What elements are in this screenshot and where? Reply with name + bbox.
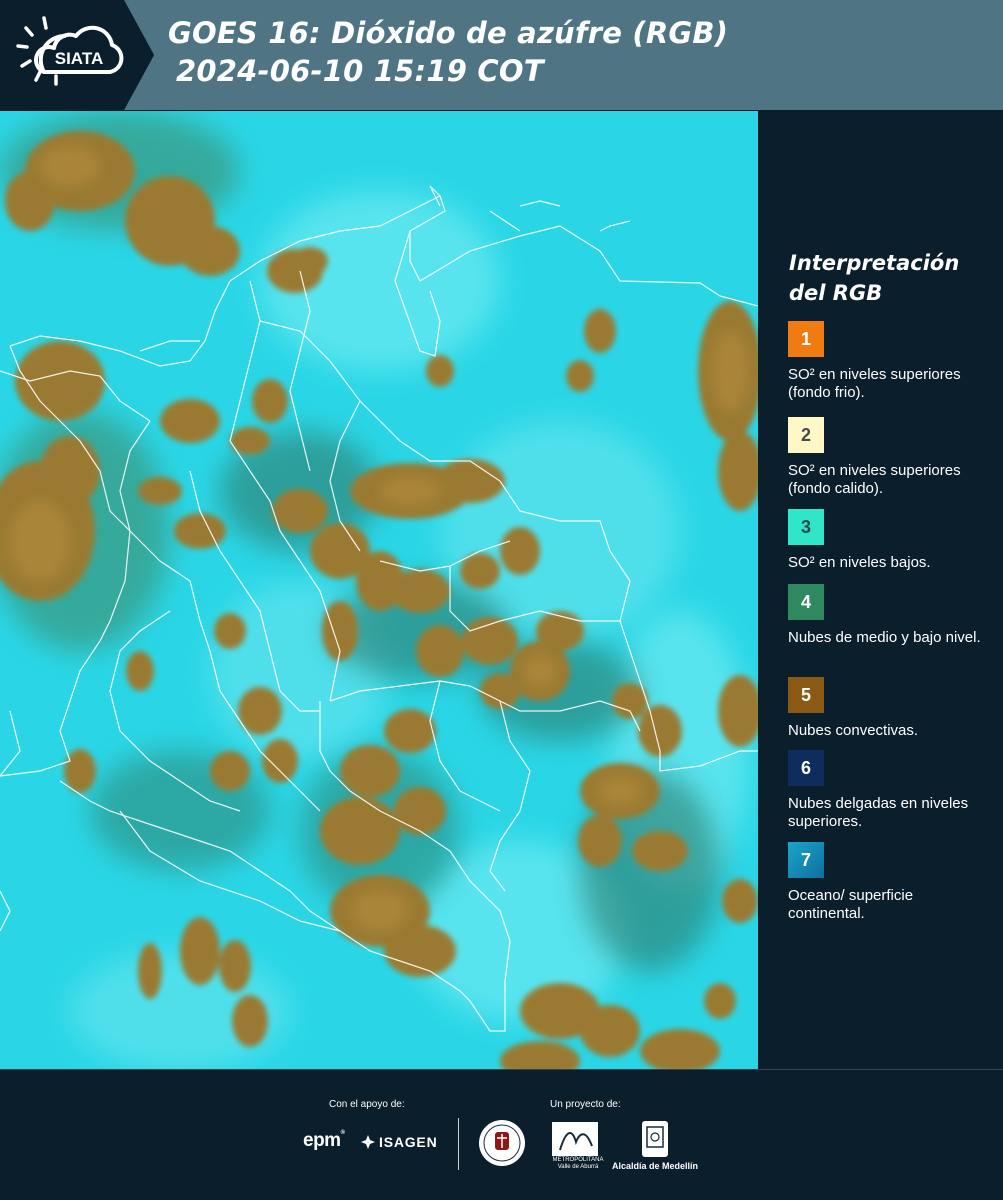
legend-item-5: 5 Nubes convectivas. (788, 677, 988, 740)
header: SIATA GOES 16: Dióxido de azúfre (RGB) 2… (0, 0, 1003, 110)
page: SIATA GOES 16: Dióxido de azúfre (RGB) 2… (0, 0, 1003, 1200)
legend-swatch-3: 3 (788, 509, 824, 545)
siata-logo: SIATA (14, 14, 132, 94)
footer: Con el apoyo de: Un proyecto de: epm® IS… (0, 1069, 1003, 1200)
legend-number-2: 2 (800, 424, 811, 445)
support-label: Con el apoyo de: (329, 1099, 405, 1110)
legend-label-1: SO² en niveles superiores (fondo frio). (788, 366, 961, 401)
epm-logo-text: epm (303, 1130, 341, 1151)
area-metropolitana-text: METROPOLITANA Valle de Aburrá (548, 1157, 608, 1171)
legend-number-5: 5 (800, 684, 811, 705)
legend-swatch-4: 4 (788, 584, 824, 620)
area-text-line-1: METROPOLITANA (552, 1157, 604, 1163)
legend-item-7: 7 Oceano/ superficie continental. (788, 842, 988, 923)
project-label: Un proyecto de: (550, 1099, 621, 1110)
legend-title: Interpretación del RGB (789, 251, 960, 305)
legend-swatch-2: 2 (788, 417, 824, 453)
legend-label-3: SO² en niveles bajos. (788, 554, 931, 571)
legend-number-1: 1 (800, 328, 811, 349)
legend-swatch-5: 5 (788, 677, 824, 713)
isagen-icon (361, 1135, 375, 1149)
legend-number-6: 6 (800, 757, 811, 778)
isagen-logo: ISAGEN (360, 1134, 437, 1150)
legend-item-4: 4 Nubes de medio y bajo nivel. (788, 584, 988, 647)
legend-label-4: Nubes de medio y bajo nivel. (788, 629, 981, 646)
legend-swatch-7: 7 (788, 842, 824, 878)
title-block: GOES 16: Dióxido de azúfre (RGB) 2024-06… (168, 14, 728, 90)
isagen-logo-text: ISAGEN (379, 1134, 438, 1150)
legend-number-4: 4 (800, 591, 811, 612)
legend-number-7: 7 (800, 849, 811, 870)
legend-swatch-1: 1 (788, 321, 824, 357)
legend-number-3: 3 (800, 516, 811, 537)
legend-label-7: Oceano/ superficie continental. (788, 887, 914, 922)
alcaldia-emblem-icon (642, 1121, 668, 1157)
area-text-line-2: Valle de Aburrá (557, 1164, 599, 1170)
legend-item-1: 1 SO² en niveles superiores (fondo frio)… (788, 321, 988, 402)
legend: Interpretación del RGB 1 SO² en niveles … (772, 111, 997, 1069)
alcaldia-text: Alcaldía de Medellín (612, 1161, 699, 1171)
satellite-map[interactable] (0, 111, 758, 1069)
epm-logo: epm® (303, 1130, 345, 1151)
legend-swatch-6: 6 (788, 750, 824, 786)
page-title: GOES 16: Dióxido de azúfre (RGB) (168, 16, 729, 50)
siata-logo-text: SIATA (55, 49, 103, 68)
legend-item-6: 6 Nubes delgadas en niveles superiores. (788, 750, 988, 831)
legend-label-2: SO² en niveles superiores (fondo calido)… (788, 462, 961, 497)
satellite-image (0, 111, 758, 1069)
legend-item-2: 2 SO² en niveles superiores (fondo calid… (788, 417, 988, 498)
legend-label-6: Nubes delgadas en niveles superiores. (788, 795, 969, 830)
footer-divider (458, 1118, 459, 1170)
university-seal-icon (479, 1120, 525, 1166)
legend-label-5: Nubes convectivas. (788, 722, 919, 739)
legend-item-3: 3 SO² en niveles bajos. (788, 509, 988, 572)
page-timestamp: 2024-06-10 15:19 COT (176, 54, 544, 88)
